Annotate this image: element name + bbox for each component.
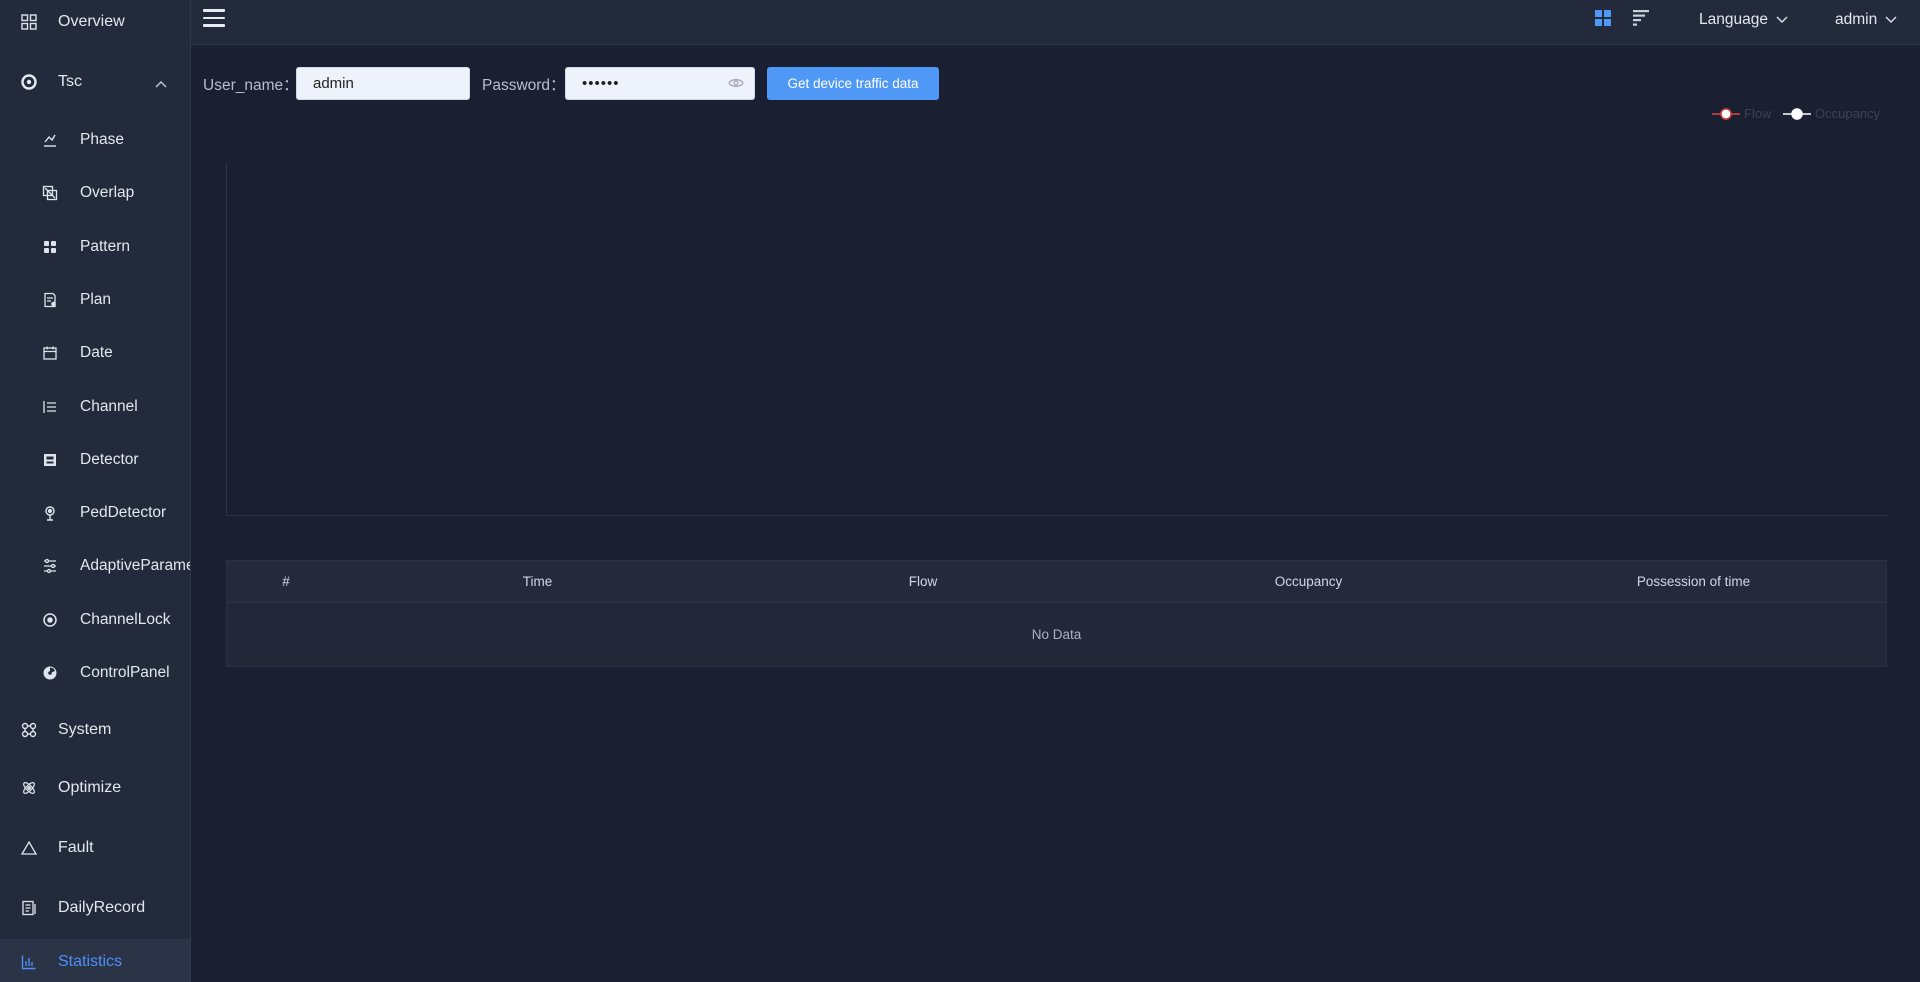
traffic-data-table: # Time Flow Occupancy Possession of time… xyxy=(226,560,1887,667)
top-header: Language admin xyxy=(191,0,1920,45)
language-dropdown[interactable]: Language xyxy=(1699,11,1788,29)
layout-grid-icon[interactable] xyxy=(1594,9,1614,29)
warning-icon xyxy=(20,839,38,857)
hamburger-menu-icon[interactable] xyxy=(203,9,225,27)
legend-item-occupancy[interactable]: Occupancy xyxy=(1783,106,1880,121)
language-label: Language xyxy=(1699,11,1768,28)
calendar-icon xyxy=(42,345,58,361)
sidebar-item-label: Tsc xyxy=(58,73,82,90)
aperture-icon xyxy=(20,73,38,91)
overlap-icon xyxy=(42,185,58,201)
sidebar-item-label: ChannelLock xyxy=(80,611,171,628)
sidebar-item-system[interactable]: System xyxy=(0,705,190,755)
sidebar-item-channellock[interactable]: ChannelLock xyxy=(0,595,190,645)
sidebar-item-controlpanel[interactable]: ControlPanel xyxy=(0,648,190,698)
sidebar-item-label: System xyxy=(58,721,112,738)
phase-icon xyxy=(42,132,58,148)
column-header-flow: Flow xyxy=(908,574,938,589)
sidebar-item-label: Plan xyxy=(80,291,112,308)
command-icon xyxy=(20,721,38,739)
get-traffic-data-button[interactable]: Get device traffic data xyxy=(767,67,939,100)
sidebar-item-plan[interactable]: Plan xyxy=(0,275,190,325)
sidebar-item-label: Pattern xyxy=(80,238,130,255)
column-header-index: # xyxy=(282,574,290,589)
empty-state-text: No Data xyxy=(1031,627,1082,642)
legend-label: Flow xyxy=(1744,106,1772,121)
user-dropdown[interactable]: admin xyxy=(1835,11,1897,29)
pattern-icon xyxy=(42,239,58,255)
sidebar-item-label: Fault xyxy=(58,839,94,856)
chevron-down-icon xyxy=(1885,11,1897,29)
traffic-chart-plot-area xyxy=(226,163,1887,516)
sidebar-item-label: Optimize xyxy=(58,779,122,796)
pedestrian-icon xyxy=(42,505,58,521)
password-input[interactable]: •••••• xyxy=(565,67,755,100)
sidebar-item-label: Overlap xyxy=(80,184,135,201)
column-header-occupancy: Occupancy xyxy=(1274,574,1343,589)
sidebar-item-label: Phase xyxy=(80,131,124,148)
sidebar-item-label: Date xyxy=(80,344,113,361)
sidebar-item-label: Channel xyxy=(80,398,138,415)
atom-icon xyxy=(20,779,38,797)
plan-icon xyxy=(42,292,58,308)
chevron-down-icon xyxy=(1776,11,1788,29)
sidebar-item-label: AdaptiveParameter xyxy=(80,557,190,574)
sidebar-item-channel[interactable]: Channel xyxy=(0,382,190,432)
table-header: # Time Flow Occupancy Possession of time xyxy=(227,561,1886,603)
sidebar-item-adaptiveparameter[interactable]: AdaptiveParameter xyxy=(0,541,190,591)
sidebar-item-label: PedDetector xyxy=(80,504,167,521)
record-icon xyxy=(20,899,38,917)
sidebar-item-label: Overview xyxy=(58,13,125,30)
grid-icon xyxy=(20,13,38,31)
credentials-form: User_name： admin Password： •••••• Get de… xyxy=(203,67,1003,100)
sidebar-item-statistics[interactable]: Statistics xyxy=(0,939,190,982)
sidebar-item-date[interactable]: Date xyxy=(0,328,190,378)
sidebar-item-overlap[interactable]: Overlap xyxy=(0,168,190,218)
sidebar-item-label: Detector xyxy=(80,451,139,468)
username-label: User_name： xyxy=(203,77,299,94)
legend-label: Occupancy xyxy=(1815,106,1881,121)
chevron-up-icon xyxy=(155,75,167,93)
detector-icon xyxy=(42,452,58,468)
flow-legend-marker xyxy=(1712,107,1740,120)
sidebar-item-label: Statistics xyxy=(58,953,123,970)
legend-item-flow[interactable]: Flow xyxy=(1712,106,1771,121)
sidebar: Overview Tsc Phase Overlap Pattern Plan xyxy=(0,0,191,982)
column-header-time: Time xyxy=(522,574,553,589)
password-value: •••••• xyxy=(582,75,620,92)
sidebar-item-label: DailyRecord xyxy=(58,899,146,916)
table-body: No Data xyxy=(227,603,1886,666)
channel-icon xyxy=(42,399,58,415)
sidebar-item-fault[interactable]: Fault xyxy=(0,823,190,873)
layout-list-icon[interactable] xyxy=(1631,9,1651,29)
eye-icon[interactable] xyxy=(728,69,744,100)
sidebar-item-overview[interactable]: Overview xyxy=(0,0,190,47)
column-header-possession-of-time: Possession of time xyxy=(1636,574,1751,589)
sidebar-item-label: ControlPanel xyxy=(80,664,170,681)
sliders-icon xyxy=(42,558,58,574)
sidebar-item-optimize[interactable]: Optimize xyxy=(0,763,190,813)
sidebar-item-phase[interactable]: Phase xyxy=(0,115,190,165)
sidebar-item-pattern[interactable]: Pattern xyxy=(0,222,190,272)
occupancy-legend-marker xyxy=(1783,107,1811,120)
user-label: admin xyxy=(1835,11,1878,28)
bar-chart-icon xyxy=(20,953,38,971)
password-label: Password： xyxy=(482,77,566,94)
sidebar-item-dailyrecord[interactable]: DailyRecord xyxy=(0,883,190,933)
control-panel-icon xyxy=(42,665,58,681)
sidebar-item-tsc[interactable]: Tsc xyxy=(0,57,190,107)
sidebar-item-peddetector[interactable]: PedDetector xyxy=(0,488,190,538)
lock-icon xyxy=(42,612,58,628)
username-input[interactable]: admin xyxy=(296,67,470,100)
sidebar-item-detector[interactable]: Detector xyxy=(0,435,190,485)
